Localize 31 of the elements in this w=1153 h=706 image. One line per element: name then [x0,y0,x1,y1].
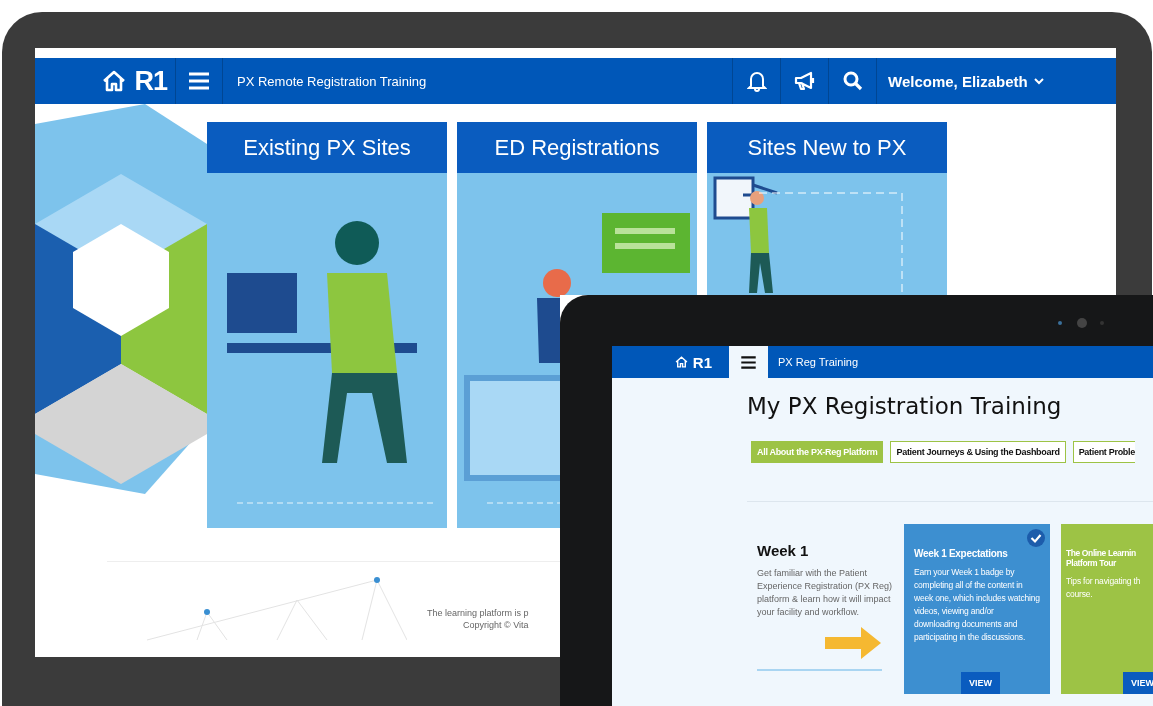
logo-text: R1 [692,353,712,371]
arrow-right-icon [825,627,881,659]
home-icon[interactable] [674,356,688,368]
card-description: Earn your Week 1 badge by completing all of the content in week one, which includes watching videos, viewing and/or downloading documents and participating in the discussions. [914,566,1040,644]
course-tile[interactable]: ED Registrations [457,122,697,173]
week-description: Get familiar with the Patient Experience Registration (PX Reg) platform & learn how it will impact your facility and workflow. [757,567,893,619]
card-title: The Online Learnin Platform Tour [1066,548,1137,568]
card-title: Week 1 Expectations [914,548,1009,559]
checkmark-icon [1027,529,1045,547]
nav-title: PX Reg Training [777,355,859,370]
category-tab[interactable]: Patient Proble [1072,441,1135,463]
megaphone-icon [793,71,816,91]
footer-text: The learning platform is p [427,608,529,618]
menu-icon [189,72,209,90]
logo-text: R1 [134,65,167,97]
week-title: Week 1 [757,542,810,559]
footer-text: Copyright © Vita [463,620,529,630]
chevron-down-icon [1033,77,1044,85]
course-tile[interactable]: Sites New to PX [707,122,947,173]
search-icon [842,71,863,91]
home-icon[interactable] [102,70,127,92]
user-menu[interactable]: Welcome, Elizabeth [876,58,1116,104]
menu-icon [741,355,756,369]
page-heading: My PX Registration Training [747,393,1063,419]
card-description: Tips for navigating th course. [1066,575,1142,601]
bell-icon [746,70,767,92]
menu-button[interactable] [729,346,768,378]
view-button[interactable]: VIEW [961,672,1000,694]
nav-title: PX Remote Registration Training [236,72,428,91]
course-tile[interactable]: Existing PX Sites [207,122,447,173]
category-tab[interactable]: Patient Journeys & Using the Dashboard [890,441,1066,463]
